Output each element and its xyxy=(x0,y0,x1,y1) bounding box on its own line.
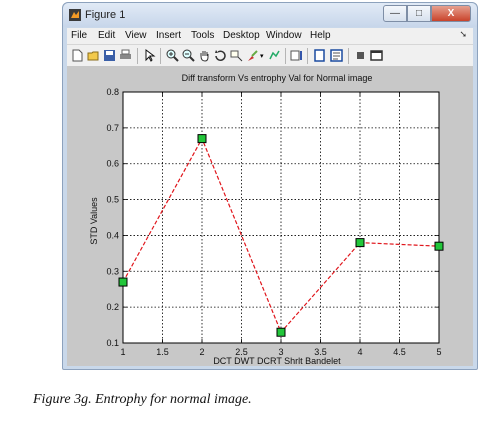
figure-canvas: Diff transform Vs entrophy Val for Norma… xyxy=(67,66,473,366)
open-icon[interactable] xyxy=(87,49,100,62)
data-point-marker xyxy=(197,134,207,144)
y-tick-label: 0.1 xyxy=(106,338,119,348)
menu-bar: File Edit View Insert Tools Desktop Wind… xyxy=(67,28,473,44)
zoom-in-icon[interactable] xyxy=(166,49,179,62)
menu-insert[interactable]: Insert xyxy=(156,30,181,41)
x-tick-label: 4.5 xyxy=(393,347,406,357)
toolbar-separator xyxy=(160,48,161,64)
menu-help[interactable]: Help xyxy=(310,30,331,41)
show-tools-icon[interactable] xyxy=(370,49,383,62)
figure-caption: Figure 3g. Entrophy for normal image. xyxy=(33,392,252,408)
y-tick-label: 0.2 xyxy=(106,302,119,312)
caption-label: Figure 3g. xyxy=(33,392,92,407)
minimize-button[interactable]: — xyxy=(383,5,407,22)
print-icon[interactable] xyxy=(119,49,132,62)
y-tick-label: 0.3 xyxy=(106,266,119,276)
data-point-marker xyxy=(118,277,128,287)
pan-icon[interactable] xyxy=(198,49,211,62)
x-tick-label: 1 xyxy=(120,347,125,357)
zoom-out-icon[interactable] xyxy=(182,49,195,62)
menu-window[interactable]: Window xyxy=(266,30,302,41)
y-tick-label: 0.6 xyxy=(106,159,119,169)
grid-square-icon[interactable] xyxy=(354,49,367,62)
x-tick-label: 2.5 xyxy=(235,347,248,357)
line-chart: Diff transform Vs entrophy Val for Norma… xyxy=(67,66,473,366)
plot-area xyxy=(122,91,440,344)
data-point-marker xyxy=(355,238,365,248)
rotate-icon[interactable] xyxy=(214,49,227,62)
menu-view[interactable]: View xyxy=(125,30,147,41)
x-tick-label: 2 xyxy=(199,347,204,357)
toolbar-separator xyxy=(137,48,138,64)
figure-window: Figure 1 — □ X File Edit View Insert Too… xyxy=(62,2,478,370)
maximize-button[interactable]: □ xyxy=(407,5,431,22)
matlab-icon xyxy=(69,9,81,21)
toolbar-separator xyxy=(348,48,349,64)
y-tick-label: 0.7 xyxy=(106,123,119,133)
close-button[interactable]: X xyxy=(431,5,471,22)
y-tick-label: 0.4 xyxy=(106,230,119,240)
toolbar-separator xyxy=(307,48,308,64)
menu-dock-arrow-icon[interactable]: ➘ xyxy=(459,29,467,40)
caption-text: Entrophy for normal image. xyxy=(91,392,252,407)
window-title: Figure 1 xyxy=(85,9,126,21)
pointer-icon[interactable] xyxy=(143,49,156,62)
y-axis-label: STD Values xyxy=(89,197,99,245)
data-point-marker xyxy=(434,241,444,251)
data-point-marker xyxy=(276,327,286,337)
figure-toolbar: ▾ xyxy=(67,44,473,67)
toolbar-separator xyxy=(285,48,286,64)
colorbar-icon[interactable] xyxy=(290,49,303,62)
hide-tools-icon[interactable] xyxy=(330,49,343,62)
x-tick-label: 3.5 xyxy=(314,347,327,357)
menu-edit[interactable]: Edit xyxy=(98,30,115,41)
x-tick-label: 4 xyxy=(357,347,362,357)
x-tick-label: 5 xyxy=(436,347,441,357)
data-cursor-icon[interactable] xyxy=(230,49,243,62)
menu-desktop[interactable]: Desktop xyxy=(223,30,260,41)
y-tick-label: 0.8 xyxy=(106,87,119,97)
x-axis-label: DCT DWT DCRT Shrlt Bandelet xyxy=(213,356,341,366)
title-bar[interactable]: Figure 1 — □ X xyxy=(63,3,477,27)
y-tick-label: 0.5 xyxy=(106,195,119,205)
menu-tools[interactable]: Tools xyxy=(191,30,214,41)
brush-icon[interactable] xyxy=(246,49,259,62)
save-icon[interactable] xyxy=(103,49,116,62)
x-tick-label: 3 xyxy=(278,347,283,357)
menu-file[interactable]: File xyxy=(71,30,87,41)
new-figure-icon[interactable] xyxy=(71,49,84,62)
link-icon[interactable] xyxy=(268,49,281,62)
chart-title: Diff transform Vs entrophy Val for Norma… xyxy=(182,73,373,83)
legend-icon[interactable] xyxy=(313,49,326,62)
x-tick-label: 1.5 xyxy=(156,347,169,357)
